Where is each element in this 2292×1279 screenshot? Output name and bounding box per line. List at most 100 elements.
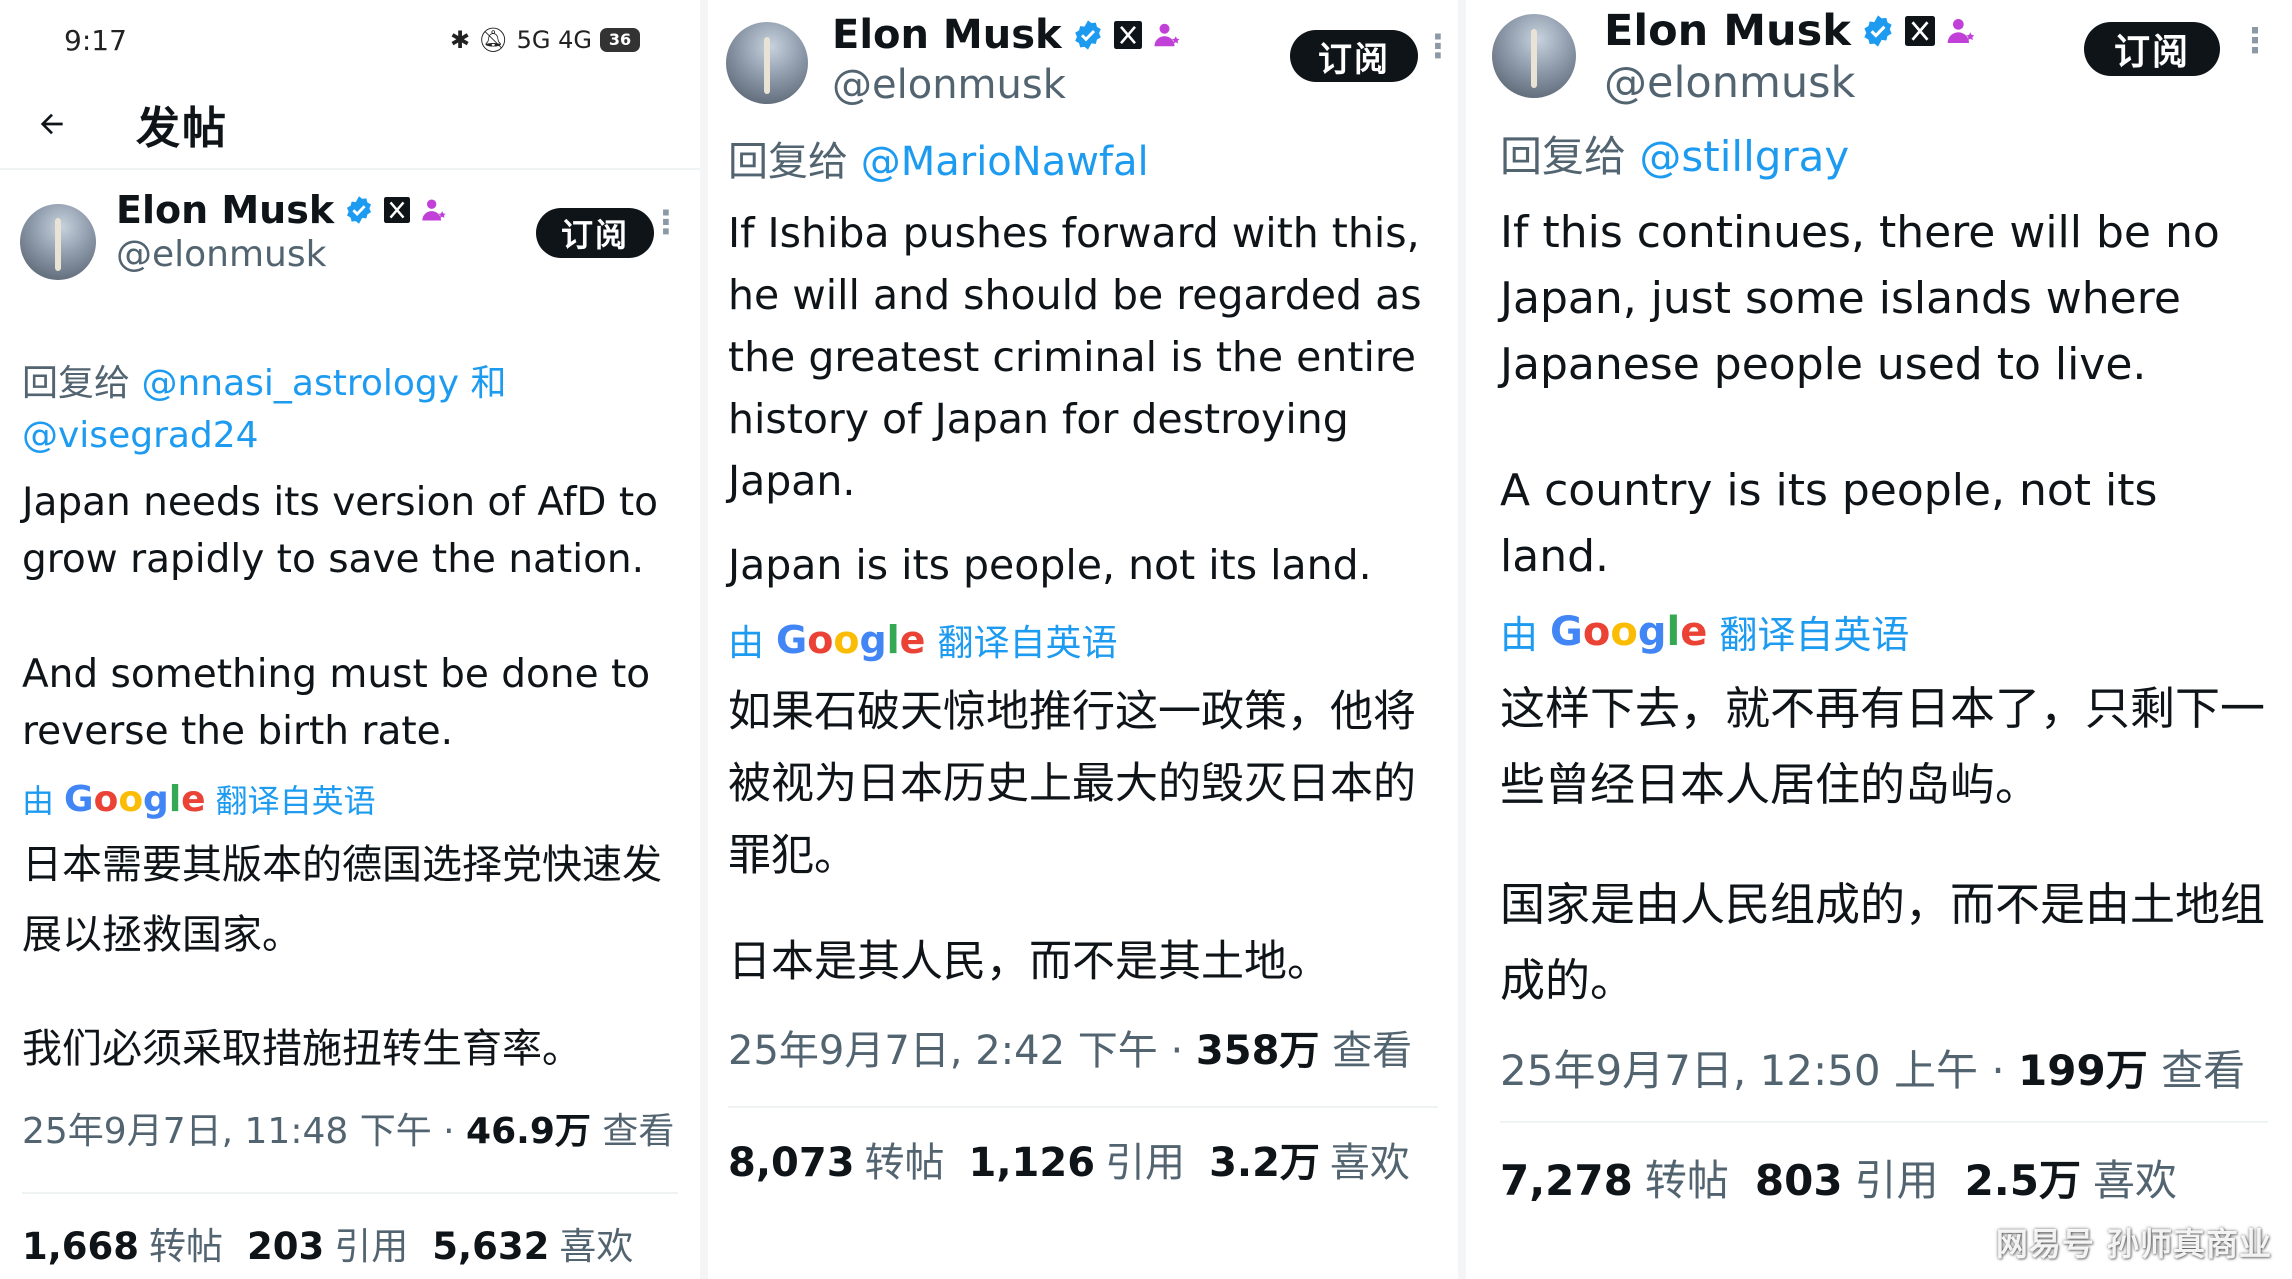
quotes-count[interactable]: 203	[247, 1225, 324, 1268]
likes-count[interactable]: 2.5万	[1965, 1147, 2081, 1208]
translate-suffix: 翻译自英语	[937, 623, 1118, 664]
mention-link[interactable]: @visegrad24	[22, 415, 259, 456]
reposts-label: 转帖	[864, 1140, 945, 1186]
translate-prefix: 由	[728, 623, 765, 664]
post-header: Elon Musk @elonmusk 订阅 ⋮	[708, 0, 1458, 130]
author-name[interactable]: Elon Musk	[116, 188, 334, 232]
reposts-label: 转帖	[1644, 1156, 1729, 1205]
post-meta: 25年9月7日, 12:50 上午 · 199万 查看	[1500, 1046, 2246, 1095]
views-label: 查看	[1332, 1028, 1413, 1074]
subscribe-button[interactable]: 订阅	[536, 208, 654, 258]
reply-to-line: 回复给 @stillgray	[1466, 128, 2292, 184]
translate-suffix: 翻译自英语	[1719, 613, 1910, 657]
avatar[interactable]	[20, 204, 96, 280]
translation-attribution[interactable]: 由 Google 翻译自英语	[708, 596, 1458, 666]
reposts-count[interactable]: 7,278	[1500, 1156, 1633, 1205]
translation-attribution[interactable]: 由 Google 翻译自英语	[0, 760, 700, 822]
views-count: 358万	[1195, 1028, 1320, 1074]
post-text-zh: 如果石破天惊地推行这一政策，他将被视为日本历史上最大的毁灭日本的罪犯。 日本是其…	[708, 666, 1458, 998]
author-block: Elon Musk @elonmusk	[116, 188, 448, 275]
likes-count[interactable]: 5,632	[432, 1225, 549, 1268]
post-paragraph: And something must be done to reverse th…	[22, 652, 651, 754]
post-header: Elon Musk @elonmusk 订阅 ⋮	[0, 170, 700, 340]
status-icons: ✱ 🔕︎ 5G 4G 36	[450, 26, 640, 54]
likes-count[interactable]: 3.2万	[1209, 1130, 1320, 1188]
author-block: Elon Musk @elonmusk	[1604, 6, 1977, 108]
post-paragraph: If Ishiba pushes forward with this, he w…	[728, 209, 1422, 505]
affiliate-icon	[1945, 15, 1977, 47]
author-handle[interactable]: @elonmusk	[116, 234, 448, 275]
post-meta: 25年9月7日, 2:42 下午 · 358万 查看	[728, 1028, 1413, 1074]
translated-paragraph: 我们必须采取措施扭转生育率。	[22, 1026, 582, 1072]
google-logo: Google	[64, 778, 206, 820]
post-paragraph: A country is its people, not its land.	[1500, 465, 2158, 582]
bluetooth-icon: ✱	[450, 26, 471, 54]
timestamp[interactable]: 25年9月7日, 12:50 上午	[1500, 1046, 1978, 1095]
mute-icon: 🔕︎	[478, 26, 509, 54]
post-paragraph: If this continues, there will be no Japa…	[1500, 207, 2220, 390]
x-badge-icon	[1113, 21, 1142, 49]
views-label: 查看	[2161, 1046, 2246, 1095]
battery-icon: 36	[600, 28, 640, 52]
author-name[interactable]: Elon Musk	[1604, 6, 1851, 56]
post-text-zh: 这样下去，就不再有日本了，只剩下一些曾经日本人居住的岛屿。 国家是由人民组成的，…	[1466, 659, 2292, 1019]
affiliate-icon	[1152, 20, 1182, 50]
quotes-label: 引用	[1854, 1156, 1939, 1205]
mention-link[interactable]: @nnasi_astrology	[141, 363, 459, 404]
reply-to-line: 回复给 @nnasi_astrology 和 @visegrad24	[0, 340, 700, 462]
views-label: 查看	[602, 1111, 675, 1152]
reposts-count[interactable]: 1,668	[22, 1225, 139, 1268]
subscribe-button[interactable]: 订阅	[1290, 30, 1418, 82]
reposts-count[interactable]: 8,073	[728, 1140, 855, 1186]
mention-link[interactable]: @stillgray	[1639, 132, 1849, 181]
likes-label: 喜欢	[2092, 1156, 2177, 1205]
verified-icon	[1072, 19, 1104, 51]
x-badge-icon	[1904, 16, 1935, 46]
watermark: 网易号 孙师真商业	[1995, 1225, 2272, 1263]
subscribe-button[interactable]: 订阅	[2084, 22, 2220, 76]
post-panel-3: Elon Musk @elonmusk 订阅 ⋮ 回复给 @stillgray …	[1466, 0, 2292, 1279]
author-name[interactable]: Elon Musk	[832, 12, 1062, 58]
post-paragraph: Japan needs its version of AfD to grow r…	[22, 480, 659, 582]
reply-to-line: 回复给 @MarioNawfal	[708, 130, 1458, 188]
x-badge-icon	[384, 197, 411, 223]
engagement-stats: 7,278 转帖 803 引用 2.5万 喜欢	[1466, 1123, 2292, 1208]
translate-prefix: 由	[22, 782, 55, 820]
more-icon[interactable]: ⋮	[2238, 24, 2272, 58]
engagement-stats: 1,668 转帖 203 引用 5,632 喜欢	[0, 1194, 700, 1270]
translation-attribution[interactable]: 由 Google 翻译自英语	[1466, 590, 2292, 659]
reply-prefix: 回复给	[1500, 132, 1627, 181]
mention-link[interactable]: @MarioNawfal	[861, 139, 1149, 185]
reply-prefix: 回复给	[22, 363, 131, 404]
translated-paragraph: 国家是由人民组成的，而不是由土地组成的。	[1500, 878, 2266, 1007]
back-arrow-icon[interactable]	[32, 104, 72, 144]
panel-separator	[1458, 0, 1466, 1279]
translated-paragraph: 这样下去，就不再有日本了，只剩下一些曾经日本人居住的岛屿。	[1500, 682, 2266, 811]
avatar[interactable]	[1492, 14, 1576, 98]
more-icon[interactable]: ⋮	[1422, 30, 1454, 62]
translate-suffix: 翻译自英语	[215, 782, 376, 820]
signal-icon: 5G 4G	[516, 26, 592, 54]
post-text-zh: 日本需要其版本的德国选择党快速发展以拯救国家。 我们必须采取措施扭转生育率。	[0, 822, 700, 1084]
timestamp[interactable]: 25年9月7日, 2:42 下午	[728, 1028, 1158, 1074]
likes-label: 喜欢	[1329, 1140, 1410, 1186]
google-logo: Google	[776, 618, 926, 662]
post-panel-2: Elon Musk @elonmusk 订阅 ⋮ 回复给 @MarioNawfa…	[708, 0, 1458, 1279]
author-handle[interactable]: @elonmusk	[832, 62, 1182, 108]
post-meta: 25年9月7日, 11:48 下午 · 46.9万 查看	[22, 1111, 675, 1152]
post-panel-1: 9:17 ✱ 🔕︎ 5G 4G 36 发帖 Elon Musk @elonmus…	[0, 0, 700, 1279]
reposts-label: 转帖	[149, 1225, 224, 1268]
status-time: 9:17	[64, 23, 127, 57]
engagement-stats: 8,073 转帖 1,126 引用 3.2万 喜欢	[708, 1108, 1458, 1188]
quotes-count[interactable]: 1,126	[969, 1140, 1096, 1186]
google-logo: Google	[1550, 608, 1708, 655]
avatar[interactable]	[726, 22, 808, 104]
more-icon[interactable]: ⋮	[650, 206, 682, 238]
page-title: 发帖	[136, 103, 228, 154]
quotes-label: 引用	[1105, 1140, 1186, 1186]
author-handle[interactable]: @elonmusk	[1604, 58, 1977, 108]
timestamp[interactable]: 25年9月7日, 11:48 下午	[22, 1111, 432, 1152]
quotes-count[interactable]: 803	[1755, 1156, 1843, 1205]
likes-label: 喜欢	[559, 1225, 634, 1268]
verified-icon	[344, 195, 374, 225]
